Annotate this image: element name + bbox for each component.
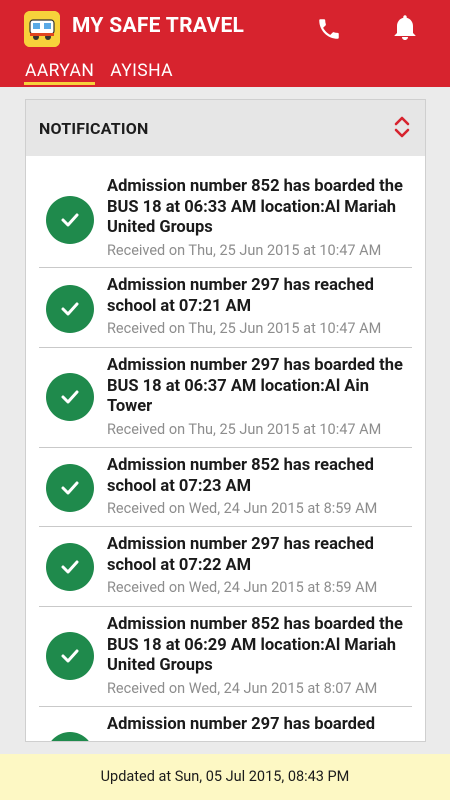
notification-timestamp: Received on Wed, 24 Jun 2015 at 8:07 AM <box>107 679 378 697</box>
panel-title: NOTIFICATION <box>39 119 149 138</box>
check-circle-icon <box>46 196 94 244</box>
notification-message: Admission number 297 has boarded <box>107 715 376 734</box>
app-title: MY SAFE TRAVEL <box>72 14 245 38</box>
list-item[interactable]: Admission number 297 has reached school … <box>39 268 412 348</box>
notification-message: Admission number 852 has boarded the BUS… <box>107 615 403 675</box>
list-item[interactable]: Admission number 297 has boarded the BUS… <box>39 348 412 448</box>
check-circle-icon <box>46 464 94 512</box>
notification-timestamp: Received on Thu, 25 Jun 2015 at 10:47 AM <box>107 241 382 259</box>
last-updated-bar: Updated at Sun, 05 Jul 2015, 08:43 PM <box>0 754 450 800</box>
check-circle-icon <box>46 285 94 333</box>
expand-collapse-icon[interactable] <box>393 116 411 138</box>
notification-timestamp: Received on Thu, 25 Jun 2015 at 10:47 AM <box>107 320 382 337</box>
app-logo <box>24 11 60 47</box>
check-circle-icon <box>46 632 94 680</box>
check-circle-icon <box>46 373 94 421</box>
tab-ayisha[interactable]: AYISHA <box>109 58 174 85</box>
student-tabs: AARYAN AYISHA <box>24 58 174 87</box>
notification-message: Admission number 852 has reached school … <box>107 456 374 496</box>
tab-aaryan[interactable]: AARYAN <box>24 58 96 85</box>
phone-icon[interactable] <box>316 16 342 42</box>
notification-message: Admission number 297 has reached school … <box>107 276 374 316</box>
notification-message: Admission number 297 has boarded the BUS… <box>107 356 403 416</box>
bell-icon[interactable] <box>393 15 417 41</box>
check-circle-icon <box>46 732 94 741</box>
list-item[interactable]: Admission number 297 has reached school … <box>39 527 412 607</box>
panel-header[interactable]: NOTIFICATION <box>26 100 425 156</box>
notification-list: Admission number 852 has boarded the BUS… <box>39 172 412 741</box>
check-circle-icon <box>46 543 94 591</box>
notification-panel: NOTIFICATION Admission number 852 has bo… <box>25 99 426 742</box>
list-item[interactable]: Admission number 852 has boarded the BUS… <box>39 607 412 707</box>
list-item[interactable]: Admission number 852 has boarded the BUS… <box>39 172 412 268</box>
notification-message: Admission number 852 has boarded the BUS… <box>107 177 403 237</box>
notification-timestamp: Received on Thu, 25 Jun 2015 at 10:47 AM <box>107 420 382 438</box>
notification-message: Admission number 297 has reached school … <box>107 535 374 575</box>
list-item[interactable]: Admission number 852 has reached school … <box>39 448 412 527</box>
notification-timestamp: Received on Wed, 24 Jun 2015 at 8:59 AM <box>107 579 378 596</box>
app-bar: MY SAFE TRAVEL AARYAN AYISHA <box>0 0 450 87</box>
list-item[interactable]: Admission number 297 has boarded <box>39 707 412 741</box>
notification-timestamp: Received on Wed, 24 Jun 2015 at 8:59 AM <box>107 500 378 517</box>
